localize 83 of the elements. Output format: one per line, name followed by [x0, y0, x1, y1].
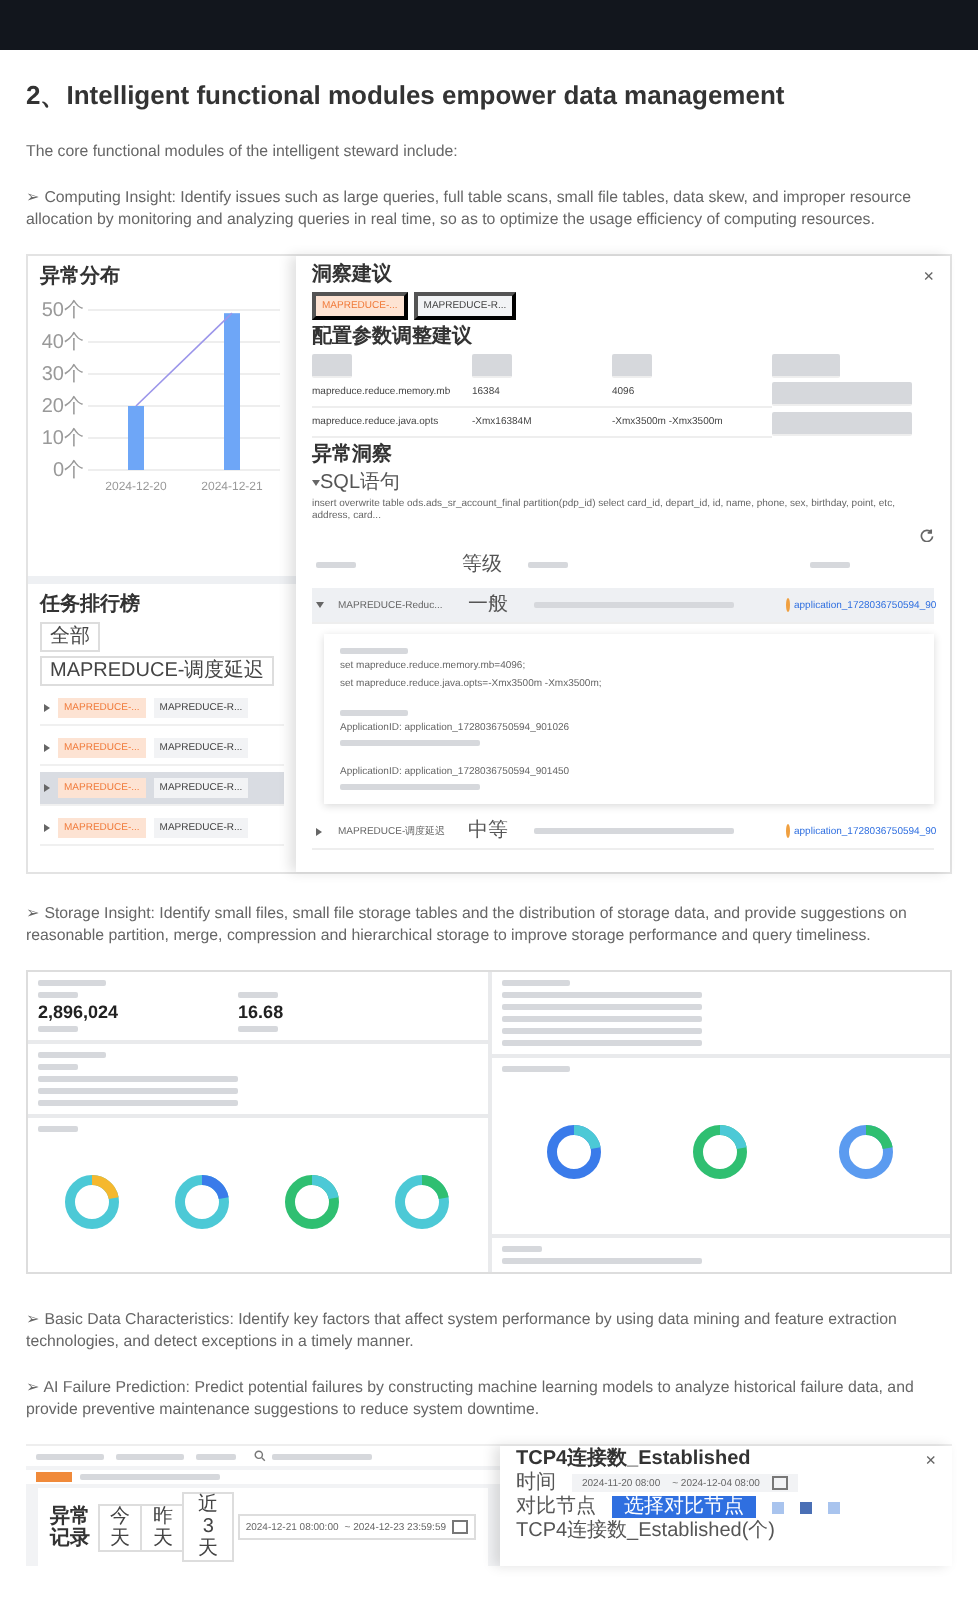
- section-heading: 2、Intelligent functional modules empower data management: [26, 78, 787, 114]
- select-node-button[interactable]: 选择对比节点: [612, 1496, 756, 1518]
- illegible-text-drawing: [38, 1052, 106, 1058]
- caret-icon[interactable]: [316, 827, 322, 835]
- range-button[interactable]: 昨天: [140, 1503, 185, 1551]
- calendar-icon: [771, 1476, 788, 1490]
- close-button[interactable]: ×: [923, 265, 934, 285]
- illegible-text-drawing: [238, 1026, 279, 1032]
- caret-icon[interactable]: [44, 744, 50, 752]
- illegible-text-drawing: [340, 648, 408, 654]
- section-title: 异常洞察: [312, 444, 394, 466]
- illegible-text-drawing: [116, 1453, 184, 1459]
- illegible-text-drawing: [772, 381, 912, 405]
- tag-drawing: [36, 1472, 72, 1482]
- section-title: 配置参数调整建议: [312, 326, 474, 348]
- illegible-text-drawing: [528, 562, 568, 568]
- level-label: 中等: [468, 820, 510, 842]
- axis-tick-label: 40个: [41, 332, 84, 354]
- caret-icon[interactable]: [44, 824, 50, 832]
- chart-title: TCP4连接数_Established(个): [516, 1520, 777, 1542]
- sql-label: SQL语句: [320, 472, 401, 494]
- range-button[interactable]: 近3天: [182, 1492, 234, 1562]
- donut-chart-drawing: [282, 1171, 343, 1231]
- illegible-text-drawing: [238, 992, 279, 998]
- illegible-text-drawing: [340, 740, 480, 746]
- calendar-icon: [452, 1520, 469, 1534]
- caret-icon[interactable]: [44, 784, 50, 792]
- illegible-text-drawing: [501, 980, 569, 986]
- illegible-text-drawing: [38, 1064, 78, 1070]
- close-button[interactable]: ×: [925, 1449, 936, 1469]
- illegible-text-drawing: [38, 980, 106, 986]
- illegible-text-drawing: [772, 354, 840, 378]
- illegible-text-drawing: [196, 1453, 236, 1459]
- illegible-text-drawing: [772, 411, 912, 435]
- section-title: 异常记录: [50, 1505, 92, 1549]
- section-title: 任务排行榜: [40, 594, 142, 616]
- donut-chart-drawing: [172, 1171, 233, 1231]
- total-value: 16.68: [238, 1002, 284, 1022]
- axis-tick-label: 20个: [41, 396, 84, 418]
- level-label: 一般: [468, 594, 510, 616]
- illegible-text-drawing: [501, 1246, 541, 1252]
- donut-chart-drawing: [62, 1171, 123, 1231]
- refresh-icon[interactable]: [920, 528, 934, 542]
- axis-tick-label: 0个: [52, 460, 84, 482]
- donut-chart-drawing: [690, 1122, 751, 1182]
- caret-icon[interactable]: [312, 480, 320, 486]
- filter-tab[interactable]: MAPREDUCE-调度延迟: [40, 656, 275, 686]
- illegible-text-drawing: [80, 1474, 220, 1480]
- drawer-title: 洞察建议: [312, 264, 392, 286]
- donut-chart-drawing: [544, 1122, 605, 1182]
- caret-icon[interactable]: [316, 602, 324, 608]
- illegible-text-drawing: [810, 562, 850, 568]
- drawer-title: TCP4连接数_Established: [516, 1448, 751, 1470]
- illegible-text-drawing: [38, 1126, 78, 1132]
- trend-line: [135, 312, 233, 407]
- donut-chart-drawing: [392, 1171, 453, 1231]
- illegible-text-drawing: [316, 562, 356, 568]
- filter-tab[interactable]: 全部: [40, 622, 100, 652]
- axis-tick-label: 30个: [41, 364, 84, 386]
- chart-title: 异常分布: [40, 266, 120, 288]
- donut-chart-drawing: [836, 1122, 897, 1182]
- range-button[interactable]: 今天: [98, 1503, 143, 1551]
- illegible-text-drawing: [38, 1026, 78, 1032]
- caret-icon[interactable]: [44, 704, 50, 712]
- axis-tick-label: 50个: [41, 300, 84, 322]
- illegible-text-drawing: [612, 354, 652, 378]
- illegible-text-drawing: [340, 784, 480, 790]
- field-label: 时间: [516, 1472, 556, 1494]
- illegible-text-drawing: [472, 354, 512, 378]
- illegible-text-drawing: [36, 1453, 104, 1459]
- legend-swatch: [772, 1501, 784, 1513]
- illegible-text-drawing: [501, 1066, 569, 1072]
- legend-swatch: [828, 1501, 840, 1513]
- illegible-text-drawing: [38, 992, 78, 998]
- field-label: 对比节点: [516, 1496, 596, 1518]
- total-value: 2,896,024: [38, 1002, 119, 1022]
- illegible-text-drawing: [312, 354, 352, 378]
- illegible-text-drawing: [272, 1453, 372, 1459]
- axis-tick-label: 10个: [41, 428, 84, 450]
- search-icon: [254, 1450, 266, 1462]
- illegible-text-drawing: [340, 710, 408, 716]
- column-header: 等级: [462, 554, 504, 576]
- legend-swatch: [800, 1501, 812, 1513]
